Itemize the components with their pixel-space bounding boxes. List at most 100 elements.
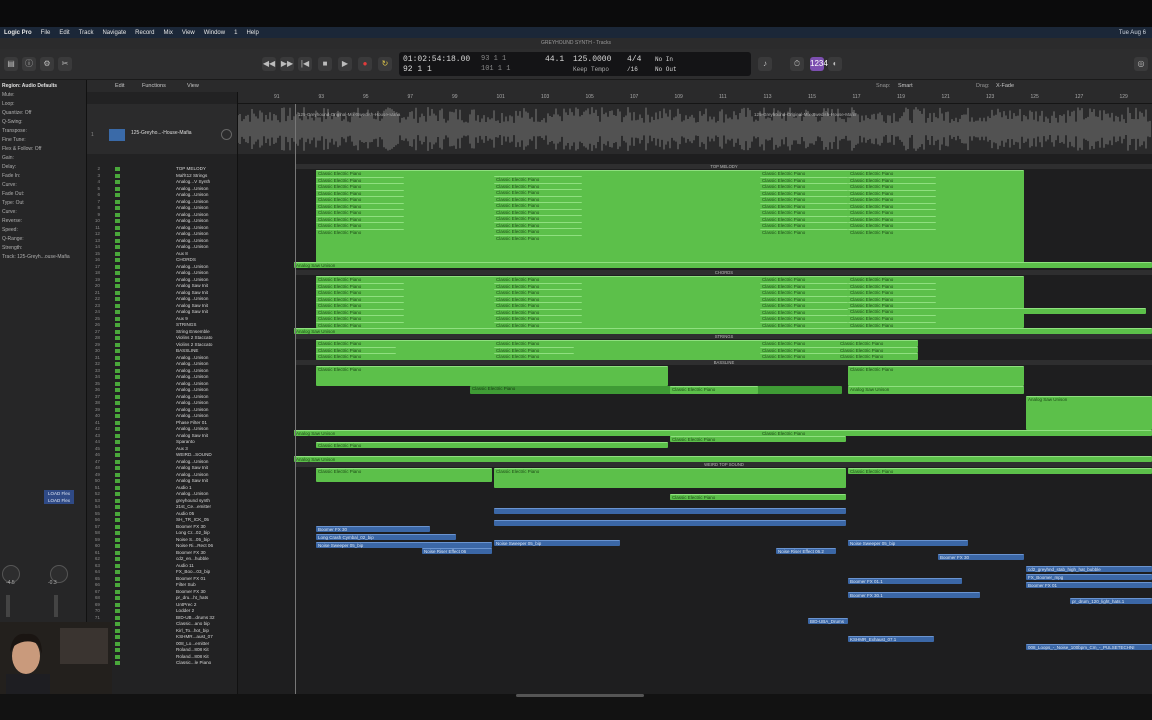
folder-header[interactable]: TOP MELODY xyxy=(296,164,1152,169)
master-volume-icon[interactable]: ◐ xyxy=(828,57,842,71)
region[interactable]: Classic Electric Piano xyxy=(848,222,936,229)
region[interactable]: Classic Electric Piano xyxy=(494,234,582,241)
scissors-icon[interactable]: ✂ xyxy=(58,57,72,71)
view-menu[interactable]: View xyxy=(187,83,199,89)
region[interactable]: Classic Electric Piano xyxy=(848,209,936,216)
inspector-row[interactable]: Transpose: xyxy=(2,128,27,134)
region[interactable]: Classic Electric Piano xyxy=(316,289,404,296)
region[interactable]: KSHMR_Exhaust_07.1 xyxy=(848,636,934,642)
region[interactable]: Classic Electric Piano xyxy=(760,353,840,360)
inspector-row[interactable]: Delay: xyxy=(2,164,16,170)
browser-icon[interactable]: ◎ xyxy=(1134,57,1148,71)
region[interactable]: Classic Electric Piano xyxy=(760,196,848,203)
menu-navigate[interactable]: Navigate xyxy=(102,30,126,36)
region[interactable]: Classic Electric Piano xyxy=(316,170,404,177)
region[interactable]: Classic Electric Piano xyxy=(760,228,848,235)
region[interactable]: Classic Electric Piano xyxy=(494,276,582,283)
snap-dropdown[interactable]: Smart xyxy=(898,83,913,89)
region[interactable]: Classic Electric Piano xyxy=(670,386,758,394)
channel-plugin-slot[interactable]: LOAD Flex LOAD Flex xyxy=(44,490,74,504)
region[interactable]: Analog Saw Unison xyxy=(294,262,1152,268)
region[interactable]: Classic Electric Piano xyxy=(760,183,848,190)
region[interactable]: Classic Electric Piano xyxy=(848,366,1024,386)
region[interactable]: Classic Electric Piano xyxy=(494,228,582,235)
region[interactable]: Classic Electric Piano xyxy=(316,209,404,216)
fader-right[interactable] xyxy=(54,595,58,617)
region[interactable]: Classic Electric Piano xyxy=(316,183,404,190)
region[interactable]: FX_Boomer_mpg xyxy=(1026,574,1152,580)
region[interactable]: Long Crash Cymbal_02_bip xyxy=(316,534,456,540)
region[interactable]: Classic Electric Piano xyxy=(760,340,840,347)
menu-track[interactable]: Track xyxy=(79,30,94,36)
library-icon[interactable]: ▤ xyxy=(4,57,18,71)
region[interactable]: Classic Electric Piano xyxy=(760,170,848,177)
region[interactable]: Classic Electric Piano xyxy=(848,170,936,177)
inspector-row[interactable]: Curve: xyxy=(2,209,17,215)
region[interactable]: Classic Electric Piano xyxy=(760,430,848,436)
functions-menu[interactable]: Functions xyxy=(142,83,166,89)
region[interactable]: Classic Electric Piano xyxy=(494,176,582,183)
region[interactable]: Classic Electric Piano xyxy=(848,276,936,283)
lcd-division[interactable]: /16 xyxy=(627,66,638,73)
audio-region-label-2[interactable]: 125-Greyhound-Original-Mix-Swedish-House… xyxy=(754,112,856,117)
menu-record[interactable]: Record xyxy=(135,30,154,36)
region[interactable]: Noise Sweeper 05_bip xyxy=(848,540,968,546)
region[interactable]: Classic Electric Piano xyxy=(316,315,404,322)
region[interactable]: Classic Electric Piano xyxy=(316,196,404,203)
menu-help[interactable]: Help xyxy=(246,30,258,36)
region[interactable]: Boomer FX 30 xyxy=(938,554,1024,560)
inspector-row[interactable]: Strength: xyxy=(2,245,22,251)
region[interactable]: Classic Electric Piano xyxy=(848,468,1152,474)
region[interactable]: Classic Electric Piano xyxy=(848,308,1146,314)
region[interactable]: BID-UBA_Drums xyxy=(808,618,848,624)
region[interactable]: Noise Sweeper 05_bip xyxy=(494,540,620,546)
volume-knob[interactable] xyxy=(221,129,232,140)
region[interactable]: Classic Electric Piano xyxy=(760,209,848,216)
lcd-signature[interactable]: 4/4 xyxy=(627,55,641,64)
folder-header[interactable]: STRINGS xyxy=(296,334,1152,339)
region[interactable]: Classic Electric Piano xyxy=(316,442,668,448)
inspector-row[interactable]: Quantize: Off xyxy=(2,110,31,116)
menu-app-name[interactable]: Logic Pro xyxy=(4,30,32,36)
inspector-row[interactable]: Type: Out xyxy=(2,200,24,206)
region[interactable]: Classic Electric Piano xyxy=(760,315,848,322)
region[interactable]: Classic Electric Piano xyxy=(316,340,396,347)
region[interactable]: Classic Electric Piano xyxy=(838,340,918,347)
region[interactable]: Classic Electric Piano xyxy=(494,340,574,347)
region[interactable]: Classic Electric Piano xyxy=(494,468,846,488)
region[interactable]: Classic Electric Piano xyxy=(316,222,404,229)
rewind-icon[interactable]: ◀◀ xyxy=(262,57,276,71)
region[interactable]: Classic Electric Piano xyxy=(316,353,396,360)
menu-mix[interactable]: Mix xyxy=(164,30,173,36)
region[interactable]: Noise Riser Effect 06.2 xyxy=(776,548,836,554)
region[interactable]: Noise Riser Effect 06 xyxy=(422,548,492,554)
region[interactable]: pr_drum_120_light_hats.1 xyxy=(1070,598,1152,604)
metronome-icon[interactable]: ⏱ xyxy=(790,57,804,71)
region[interactable]: Classic Electric Piano xyxy=(316,276,404,283)
region[interactable]: Classic Electric Piano xyxy=(760,302,848,309)
region[interactable] xyxy=(494,520,846,526)
fast-forward-icon[interactable]: ▶▶ xyxy=(280,57,294,71)
region[interactable]: Classic Electric Piano xyxy=(316,468,492,482)
inspector-region-title[interactable]: Region: Audio Defaults xyxy=(2,83,57,89)
inspector-row[interactable]: Reverse: xyxy=(2,218,22,224)
region[interactable]: Classic Electric Piano xyxy=(670,436,846,442)
inspector-row[interactable]: Fade In: xyxy=(2,173,20,179)
audio-track-header[interactable]: 1 125-Greyho...-House-Mafia xyxy=(87,104,237,154)
inspector-row[interactable]: Fine Tune: xyxy=(2,137,26,143)
menu-view[interactable]: View xyxy=(182,30,195,36)
region[interactable]: Boomer FX 30.1 xyxy=(848,592,980,598)
inspector-row[interactable]: Fade Out: xyxy=(2,191,24,197)
toolbar-icon[interactable]: ⚙ xyxy=(40,57,54,71)
lcd-tempo[interactable]: 125.0000 xyxy=(573,55,611,64)
region[interactable] xyxy=(494,508,846,514)
inspector-row[interactable]: Loop: xyxy=(2,101,15,107)
edit-menu[interactable]: Edit xyxy=(115,83,124,89)
region[interactable]: Classic Electric Piano xyxy=(494,353,574,360)
play-icon[interactable]: ▶ xyxy=(338,57,352,71)
folder-header[interactable]: CHORDS xyxy=(296,270,1152,275)
region[interactable]: Classic Electric Piano xyxy=(316,302,404,309)
lcd-tempo-mode[interactable]: Keep Tempo xyxy=(573,66,609,73)
region[interactable]: Boomer FX 01.1 xyxy=(848,578,962,584)
playhead[interactable] xyxy=(295,104,296,694)
